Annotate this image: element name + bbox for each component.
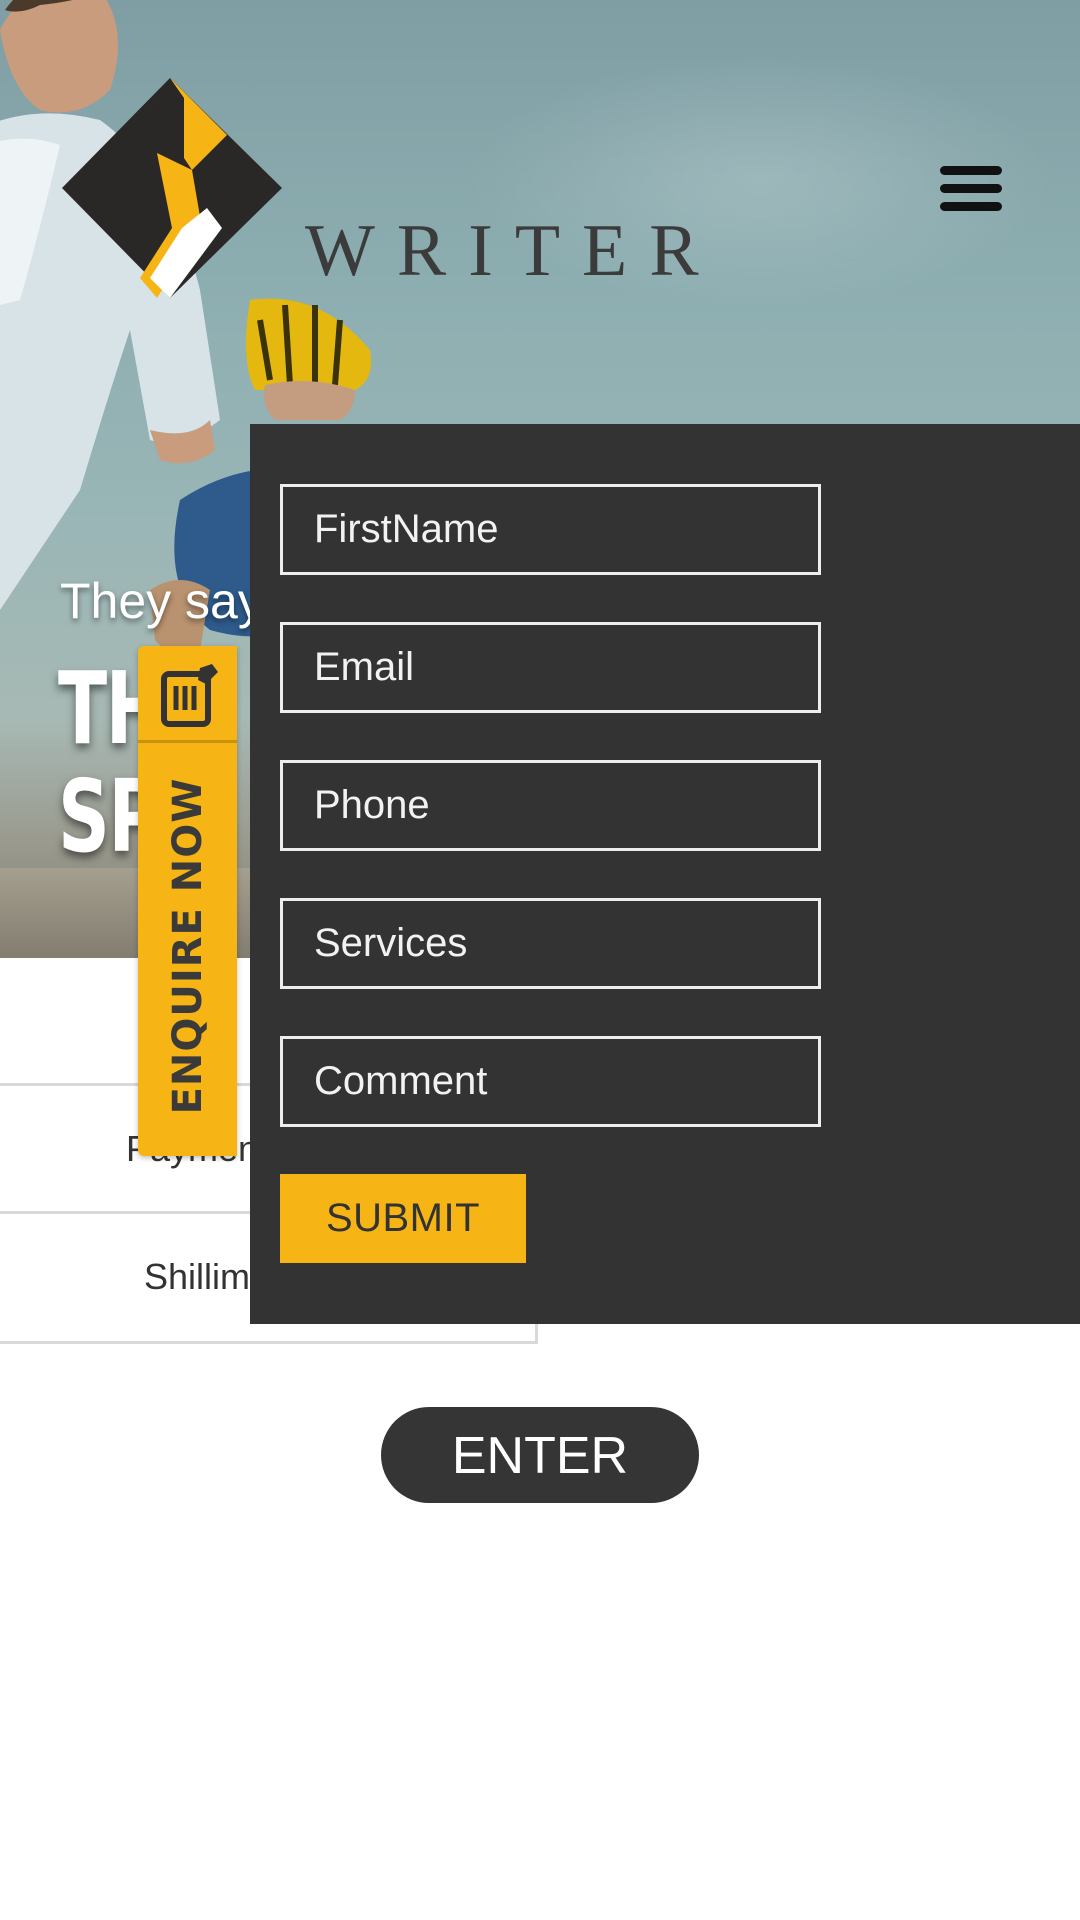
phone-input[interactable] [280, 760, 821, 851]
comment-input[interactable] [280, 1036, 821, 1127]
enquire-now-label: ENQUIRE NOW [165, 777, 211, 1115]
email-input[interactable] [280, 622, 821, 713]
site-logo[interactable]: WRITER [62, 78, 699, 298]
logo-mark-icon [62, 78, 282, 298]
services-input[interactable] [280, 898, 821, 989]
enquire-now-tab[interactable]: ENQUIRE NOW [138, 646, 237, 1156]
submit-button[interactable]: SUBMIT [280, 1174, 526, 1263]
firstname-input[interactable] [280, 484, 821, 575]
form-edit-icon [161, 664, 218, 727]
logo-text: WRITER [305, 210, 721, 292]
hero-tagline: They say [60, 573, 263, 629]
enter-button[interactable]: ENTER [381, 1407, 699, 1503]
enquiry-form-panel: SUBMIT [250, 424, 1080, 1324]
table-cell: Shillim [144, 1256, 251, 1297]
tab-divider [138, 740, 237, 743]
hamburger-menu-icon[interactable] [940, 166, 1002, 212]
